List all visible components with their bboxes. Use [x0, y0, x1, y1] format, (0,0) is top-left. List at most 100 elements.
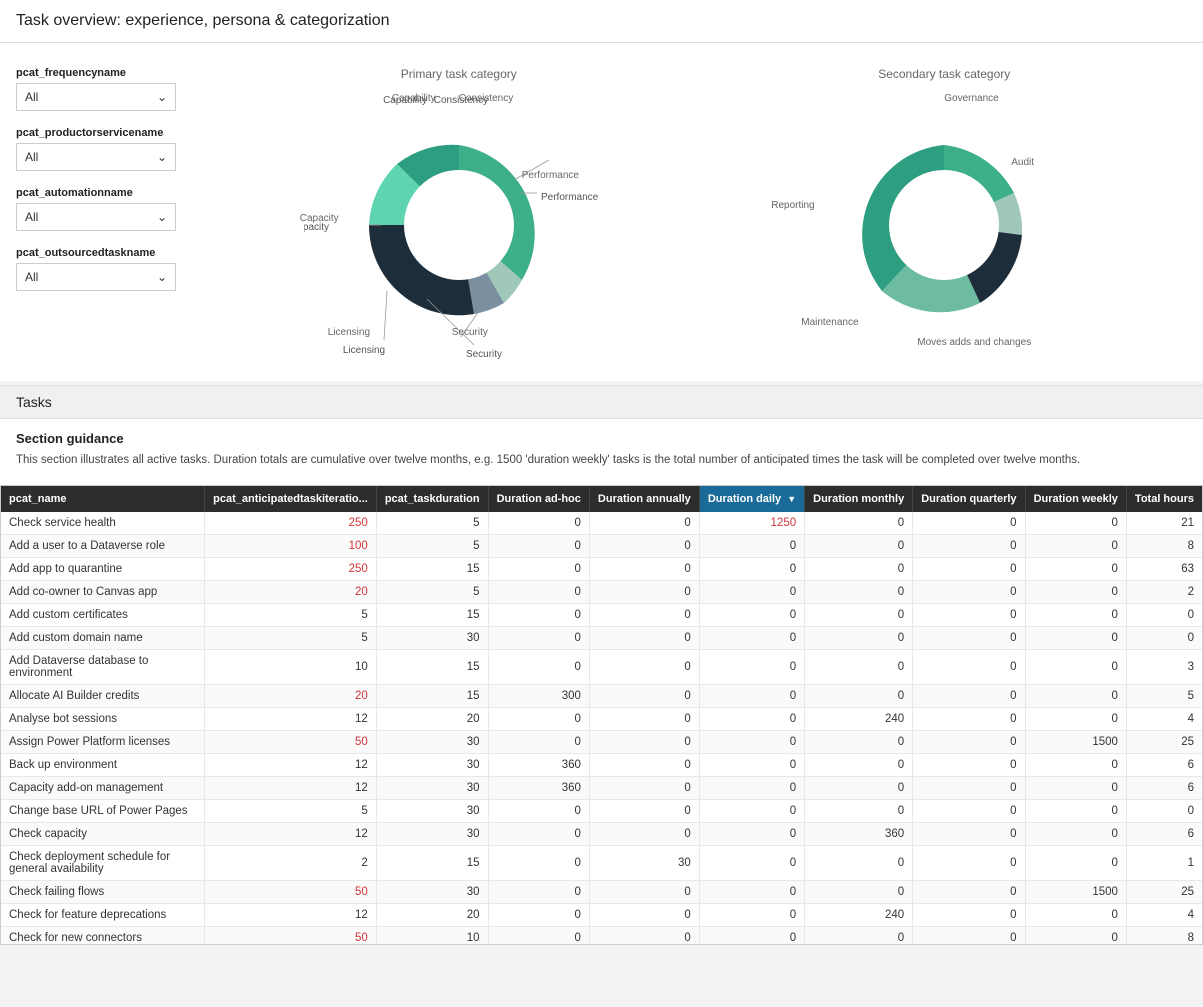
- table-row[interactable]: Assign Power Platform licenses5030000001…: [1, 731, 1202, 754]
- cell-duration_monthly: 240: [805, 708, 913, 731]
- filter-label-automationname: pcat_automationname: [16, 187, 216, 199]
- table-row[interactable]: Add co-owner to Canvas app2050000002: [1, 581, 1202, 604]
- cell-pcat_name: Add Dataverse database to environment: [1, 650, 205, 685]
- col-pcat-taskduration[interactable]: pcat_taskduration: [376, 486, 488, 512]
- cell-pcat_name: Back up environment: [1, 754, 205, 777]
- col-total-hours[interactable]: Total hours: [1126, 486, 1202, 512]
- cell-pcat_name: Allocate AI Builder credits: [1, 685, 205, 708]
- col-duration-adhoc[interactable]: Duration ad-hoc: [488, 486, 589, 512]
- primary-chart-title: Primary task category: [401, 67, 517, 81]
- filter-select-frequencyname[interactable]: All ⌄: [16, 83, 176, 111]
- filter-select-productorservicename[interactable]: All ⌄: [16, 143, 176, 171]
- cell-duration_adhoc: 0: [488, 627, 589, 650]
- cell-duration_weekly: 0: [1025, 800, 1126, 823]
- cell-pcat_anticipatedtaskiteration: 12: [205, 904, 377, 927]
- table-row[interactable]: Check for new connectors50100000008: [1, 927, 1202, 946]
- table-row[interactable]: Back up environment1230360000006: [1, 754, 1202, 777]
- cell-duration_weekly: 0: [1025, 535, 1126, 558]
- cell-pcat_name: Add custom certificates: [1, 604, 205, 627]
- cell-duration_weekly: 0: [1025, 754, 1126, 777]
- label-consistency-2: Consistency: [434, 95, 488, 106]
- filter-pcat-outsourcedtaskname: pcat_outsourcedtaskname All ⌄: [16, 247, 216, 291]
- cell-duration_daily: 0: [699, 558, 804, 581]
- cell-pcat_anticipatedtaskiteration: 100: [205, 535, 377, 558]
- col-pcat-anticipated[interactable]: pcat_anticipatedtaskiteratio...: [205, 486, 377, 512]
- cell-duration_quarterly: 0: [913, 581, 1025, 604]
- table-row[interactable]: Add app to quarantine2501500000063: [1, 558, 1202, 581]
- cell-duration_quarterly: 0: [913, 777, 1025, 800]
- table-row[interactable]: Add a user to a Dataverse role1005000000…: [1, 535, 1202, 558]
- table-row[interactable]: Add custom domain name5300000000: [1, 627, 1202, 650]
- table-row[interactable]: Check deployment schedule for general av…: [1, 846, 1202, 881]
- cell-duration_daily: 0: [699, 754, 804, 777]
- primary-chart-container: Primary task category: [216, 59, 702, 365]
- col-duration-weekly[interactable]: Duration weekly: [1025, 486, 1126, 512]
- cell-duration_weekly: 0: [1025, 627, 1126, 650]
- cell-duration_weekly: 0: [1025, 685, 1126, 708]
- table-row[interactable]: Check capacity1230000360006: [1, 823, 1202, 846]
- chevron-down-icon-3: ⌄: [157, 210, 167, 224]
- cell-duration_quarterly: 0: [913, 927, 1025, 946]
- col-duration-daily[interactable]: Duration daily ▼: [699, 486, 804, 512]
- cell-duration_annually: 0: [589, 823, 699, 846]
- section-guidance: Section guidance This section illustrate…: [0, 419, 1203, 477]
- chevron-down-icon-2: ⌄: [157, 150, 167, 164]
- table-row[interactable]: Check for feature deprecations1220000240…: [1, 904, 1202, 927]
- col-duration-monthly[interactable]: Duration monthly: [805, 486, 913, 512]
- secondary-chart-title: Secondary task category: [878, 67, 1010, 81]
- cell-duration_annually: 0: [589, 904, 699, 927]
- cell-duration_monthly: 0: [805, 881, 913, 904]
- cell-pcat_anticipatedtaskiteration: 50: [205, 731, 377, 754]
- table-row[interactable]: Check failing flows503000000150025: [1, 881, 1202, 904]
- table-row[interactable]: Add custom certificates5150000000: [1, 604, 1202, 627]
- filter-label-productorservicename: pcat_productorservicename: [16, 127, 216, 139]
- filter-select-automationname[interactable]: All ⌄: [16, 203, 176, 231]
- cell-duration_daily: 0: [699, 627, 804, 650]
- cell-duration_adhoc: 300: [488, 685, 589, 708]
- cell-duration_quarterly: 0: [913, 754, 1025, 777]
- cell-duration_monthly: 0: [805, 535, 913, 558]
- cell-duration_monthly: 0: [805, 581, 913, 604]
- cell-duration_adhoc: 0: [488, 731, 589, 754]
- cell-pcat_taskduration: 15: [376, 604, 488, 627]
- cell-total_hours: 0: [1126, 800, 1202, 823]
- col-duration-quarterly[interactable]: Duration quarterly: [913, 486, 1025, 512]
- cell-pcat_taskduration: 5: [376, 581, 488, 604]
- table-row[interactable]: Capacity add-on management1230360000006: [1, 777, 1202, 800]
- cell-duration_adhoc: 0: [488, 800, 589, 823]
- cell-duration_monthly: 0: [805, 846, 913, 881]
- cell-duration_daily: 0: [699, 904, 804, 927]
- cell-duration_quarterly: 0: [913, 731, 1025, 754]
- cell-duration_adhoc: 0: [488, 558, 589, 581]
- cell-duration_quarterly: 0: [913, 604, 1025, 627]
- table-row[interactable]: Allocate AI Builder credits2015300000005: [1, 685, 1202, 708]
- cell-duration_annually: 0: [589, 627, 699, 650]
- cell-duration_monthly: 0: [805, 604, 913, 627]
- cell-pcat_taskduration: 15: [376, 846, 488, 881]
- label-capability: Capability: [383, 95, 427, 106]
- cell-duration_quarterly: 0: [913, 627, 1025, 650]
- table-row[interactable]: Analyse bot sessions1220000240004: [1, 708, 1202, 731]
- cell-duration_daily: 0: [699, 604, 804, 627]
- filter-select-outsourcedtaskname[interactable]: All ⌄: [16, 263, 176, 291]
- cell-pcat_anticipatedtaskiteration: 2: [205, 846, 377, 881]
- cell-duration_weekly: 0: [1025, 512, 1126, 535]
- guidance-text: This section illustrates all active task…: [16, 452, 1187, 469]
- cell-duration_quarterly: 0: [913, 881, 1025, 904]
- cell-duration_annually: 0: [589, 685, 699, 708]
- cell-pcat_anticipatedtaskiteration: 12: [205, 708, 377, 731]
- cell-duration_monthly: 360: [805, 823, 913, 846]
- cell-pcat_taskduration: 30: [376, 627, 488, 650]
- tasks-table-wrapper[interactable]: pcat_name pcat_anticipatedtaskiteratio..…: [0, 485, 1203, 945]
- table-row[interactable]: Change base URL of Power Pages5300000000: [1, 800, 1202, 823]
- col-duration-annually[interactable]: Duration annually: [589, 486, 699, 512]
- sort-down-icon: ▼: [787, 494, 796, 504]
- cell-duration_adhoc: 0: [488, 823, 589, 846]
- cell-duration_monthly: 0: [805, 731, 913, 754]
- col-pcat-name[interactable]: pcat_name: [1, 486, 205, 512]
- cell-duration_quarterly: 0: [913, 846, 1025, 881]
- table-row[interactable]: Add Dataverse database to environment101…: [1, 650, 1202, 685]
- table-row[interactable]: Check service health250500125000021: [1, 512, 1202, 535]
- primary-chart-svg: Performance Consistency Consistency Capa…: [304, 85, 614, 365]
- cell-pcat_anticipatedtaskiteration: 10: [205, 650, 377, 685]
